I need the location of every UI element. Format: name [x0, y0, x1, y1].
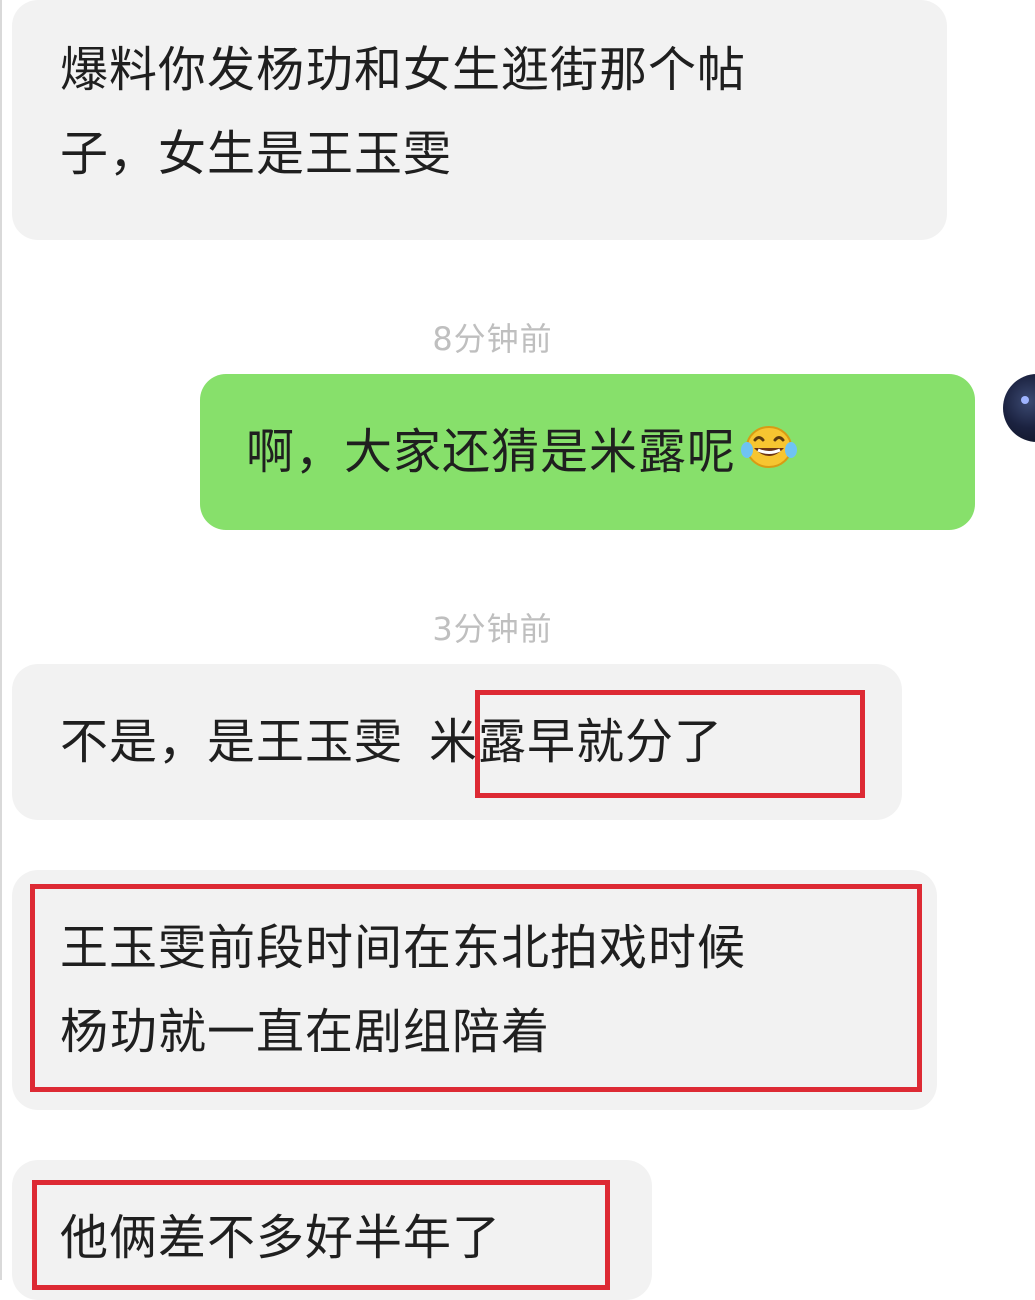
outgoing-message-bubble[interactable]: 啊，大家还猜是米露呢 [200, 374, 975, 530]
avatar-glint [1021, 396, 1029, 404]
timestamp: 3分钟前 [432, 610, 553, 648]
timestamp: 8分钟前 [432, 320, 553, 358]
message-text: 啊，大家还猜是米露呢 [246, 424, 737, 480]
incoming-message-bubble[interactable]: 爆料你发杨玏和女生逛街那个帖 子，女生是王玉雯 [12, 0, 947, 240]
laughing-tears-emoji-icon [740, 414, 798, 498]
message-text: 不是，是王玉雯 [60, 714, 404, 770]
incoming-message-bubble[interactable]: 不是，是王玉雯 米露早就分了 [12, 664, 902, 820]
incoming-message-bubble[interactable]: 王玉雯前段时间在东北拍戏时候 杨玏就一直在剧组陪着 [12, 870, 937, 1110]
message-text-line: 王玉雯前段时间在东北拍戏时候 [60, 920, 747, 976]
incoming-message-bubble[interactable]: 他俩差不多好半年了 [12, 1160, 652, 1300]
highlighted-text: 米露早就分了 [429, 714, 724, 770]
message-text-line: 杨玏就一直在剧组陪着 [60, 1004, 551, 1060]
message-text-line: 子，女生是王玉雯 [60, 126, 453, 182]
message-text-line: 爆料你发杨玏和女生逛街那个帖 [60, 42, 747, 98]
user-avatar[interactable] [1003, 374, 1035, 442]
message-text: 他俩差不多好半年了 [60, 1210, 502, 1266]
